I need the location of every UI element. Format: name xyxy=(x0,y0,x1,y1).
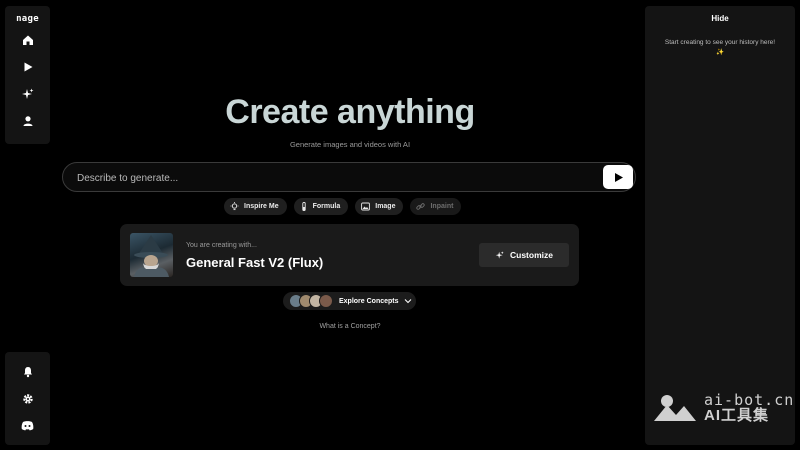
formula-button[interactable]: Formula xyxy=(293,198,349,215)
watermark-url: ai-bot.cn xyxy=(704,391,795,409)
page-subtitle: Generate images and videos with AI xyxy=(289,140,411,149)
inspire-me-button[interactable]: Inspire Me xyxy=(224,198,287,215)
settings-button[interactable] xyxy=(14,388,42,410)
chip-label: Formula xyxy=(312,203,341,210)
model-thumbnail xyxy=(130,233,173,277)
sidebar-bottom xyxy=(5,352,50,445)
sparkles-icon xyxy=(495,250,504,259)
home-icon xyxy=(22,35,33,45)
chip-label: Inspire Me xyxy=(244,203,279,210)
discord-icon xyxy=(21,421,34,431)
explore-concepts-dropdown[interactable]: Explore Concepts xyxy=(283,292,416,310)
model-card[interactable]: You are creating with... General Fast V2… xyxy=(120,224,579,286)
concept-avatar xyxy=(319,294,333,308)
gear-icon xyxy=(22,393,33,404)
nav-home[interactable] xyxy=(14,29,42,51)
model-kicker: You are creating with... xyxy=(186,242,257,249)
watermark-logo-icon xyxy=(654,395,696,421)
concepts-label: Explore Concepts xyxy=(339,297,399,305)
bell-icon xyxy=(23,366,32,377)
prompt-bar xyxy=(62,162,636,192)
customize-button[interactable]: Customize xyxy=(479,243,569,267)
hide-history-button[interactable]: Hide xyxy=(711,14,728,23)
chip-label: Inpaint xyxy=(430,203,454,210)
concept-help-link[interactable]: What is a Concept? xyxy=(0,323,700,330)
app-logo[interactable]: nage xyxy=(16,14,39,24)
chevron-down-icon xyxy=(404,299,411,304)
play-icon xyxy=(614,172,623,182)
generate-button[interactable] xyxy=(603,165,633,189)
prompt-input[interactable] xyxy=(75,169,599,187)
image-icon xyxy=(361,202,371,211)
image-button[interactable]: Image xyxy=(355,198,404,215)
watermark-cn: AI工具集 xyxy=(704,407,770,424)
model-name: General Fast V2 (Flux) xyxy=(186,255,324,270)
history-panel: Hide Start creating to see your history … xyxy=(645,6,795,445)
discord-button[interactable] xyxy=(14,415,42,437)
flask-icon xyxy=(301,202,306,211)
lightbulb-icon xyxy=(230,202,239,211)
play-icon xyxy=(24,62,32,72)
nav-video[interactable] xyxy=(14,56,42,78)
inpaint-button[interactable]: Inpaint xyxy=(410,198,462,215)
chip-label: Image xyxy=(375,203,396,210)
customize-label: Customize xyxy=(510,250,553,260)
page-title: Create anything xyxy=(225,93,475,131)
link-icon xyxy=(416,203,426,210)
watermark: ai-bot.cn AI工具集 xyxy=(652,392,794,424)
notifications-button[interactable] xyxy=(14,361,42,383)
history-empty-message: Start creating to see your history here!… xyxy=(664,39,776,56)
concept-avatars xyxy=(289,294,333,308)
prompt-tools: Inspire Me Formula Image Inpaint xyxy=(224,198,462,215)
